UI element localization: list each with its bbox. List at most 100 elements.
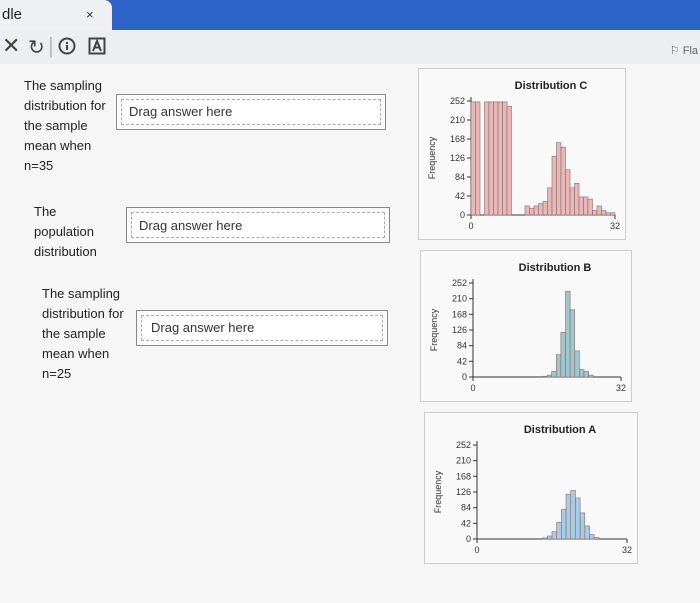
histogram-bar (555, 354, 562, 378)
y-axis-label: Frequency (427, 136, 437, 179)
histogram-bar (596, 205, 602, 216)
histogram-bar (493, 101, 499, 216)
separator-icon: | (48, 33, 54, 58)
distribution-c-chart: Distribution C Frequency 0 42 84 126 168 210 252… (427, 80, 620, 231)
question-2-text: The population distribution (34, 204, 97, 259)
histogram-bar (584, 525, 590, 540)
histogram-bar (470, 101, 476, 216)
answer-drop-zone-3[interactable]: Drag answer here (136, 310, 388, 346)
y-axis-label: Frequency (429, 308, 439, 351)
x-tick-label: 32 (610, 221, 620, 231)
histogram-bar (592, 210, 598, 216)
histogram-bar (542, 375, 548, 378)
y-tick-label: 0 (462, 372, 467, 382)
flag-icon: ⚐ (669, 45, 680, 57)
histogram-bar (551, 531, 557, 540)
histogram-bar (569, 309, 576, 378)
histogram-bar (565, 290, 571, 378)
reload-icon[interactable]: ↻ (28, 35, 45, 60)
y-tick-label: 210 (456, 456, 471, 466)
histogram-bar (578, 196, 584, 216)
histogram-bar (583, 196, 589, 216)
histogram-bar (533, 205, 539, 216)
histogram-bar (556, 142, 562, 216)
histogram-bar (488, 101, 494, 216)
y-tick-label: 168 (450, 134, 465, 144)
distribution-b-chart: Distribution B Frequency 0 42 84 126 168 210 252… (429, 262, 626, 393)
histogram-bar (556, 521, 562, 540)
question-1-text: The sampling distribution for the sample… (24, 78, 106, 173)
histogram-bar (579, 369, 585, 378)
y-axis-label: Frequency (433, 470, 443, 513)
histogram-bar (579, 512, 586, 540)
histogram-bar (538, 203, 544, 216)
histogram-bar (569, 187, 575, 216)
histogram-bar (551, 371, 557, 378)
chart-title: Distribution A (524, 424, 596, 436)
info-icon[interactable] (58, 37, 76, 61)
histogram-bar (547, 187, 553, 216)
y-tick-label: 0 (466, 534, 471, 544)
histogram-bar (547, 535, 553, 540)
y-tick-label: 252 (456, 440, 471, 450)
tab-title: dle (2, 6, 23, 23)
histogram-bar (484, 101, 490, 216)
x-tick-label: 32 (616, 383, 626, 393)
histogram-bar (546, 374, 552, 378)
y-tick-label: 126 (450, 153, 465, 163)
histogram-bar (542, 201, 548, 216)
histogram-bar (561, 508, 567, 540)
reader-icon[interactable] (88, 37, 106, 61)
histogram-bar (575, 497, 581, 540)
y-tick-label: 84 (457, 341, 467, 351)
browser-toolbar: ✕ ↻ | ⚐ Fla (0, 30, 700, 65)
histogram-bar (565, 493, 572, 540)
histogram-bar (497, 101, 503, 216)
histogram-bar (524, 205, 530, 216)
histogram-bar (601, 210, 607, 216)
browser-tab-bar: dle × (0, 0, 700, 30)
histogram-bar (574, 183, 580, 216)
x-tick-label: 32 (622, 545, 632, 555)
histogram-bar (610, 212, 616, 216)
distribution-c-card[interactable]: Distribution C Frequency 0 42 84 126 168 210 252… (418, 68, 626, 240)
drop-placeholder: Drag answer here (151, 320, 255, 335)
tab-close-icon[interactable]: × (86, 7, 94, 22)
answer-drop-zone-1[interactable]: Drag answer here (116, 94, 386, 130)
histogram-bar (565, 169, 571, 216)
y-tick-label: 252 (452, 278, 467, 288)
drop-placeholder: Drag answer here (129, 104, 233, 119)
histogram-bar (574, 350, 580, 378)
y-tick-label: 0 (460, 210, 465, 220)
y-tick-label: 168 (452, 309, 467, 319)
histogram-bar (583, 371, 589, 378)
histogram-bar (502, 101, 508, 216)
histogram-bar (593, 537, 600, 540)
histogram-bar (605, 212, 611, 216)
distribution-b-card[interactable]: Distribution B Frequency 0 42 84 126 168 210 252… (420, 250, 632, 402)
x-tick-label: 0 (468, 221, 473, 231)
y-tick-label: 84 (461, 503, 471, 513)
y-tick-label: 210 (450, 115, 465, 125)
flag-label[interactable]: ⚐ Fla (670, 44, 698, 57)
distribution-a-card[interactable]: Distribution A Frequency 0 42 84 126 168 210 252… (424, 412, 638, 564)
histogram-bar (542, 537, 548, 540)
y-tick-label: 42 (457, 356, 467, 366)
y-tick-label: 168 (456, 471, 471, 481)
histogram-bar (506, 106, 512, 216)
histogram-bar (588, 374, 594, 378)
x-tick-label: 0 (470, 383, 475, 393)
histogram-bar (475, 101, 481, 216)
distribution-a-chart: Distribution A Frequency 0 42 84 126 168 210 252… (433, 424, 632, 555)
drop-placeholder: Drag answer here (139, 218, 243, 233)
histogram-bar (551, 155, 557, 216)
question-3-text: The sampling distribution for the sample… (42, 286, 124, 381)
y-tick-label: 210 (452, 294, 467, 304)
answer-drop-zone-2[interactable]: Drag answer here (126, 207, 390, 243)
stop-icon[interactable]: ✕ (2, 33, 20, 59)
y-tick-label: 252 (450, 96, 465, 106)
chart-title: Distribution B (519, 262, 592, 274)
y-tick-label: 84 (455, 172, 465, 182)
browser-tab[interactable]: dle × (0, 0, 112, 30)
histogram-bar (589, 534, 595, 540)
